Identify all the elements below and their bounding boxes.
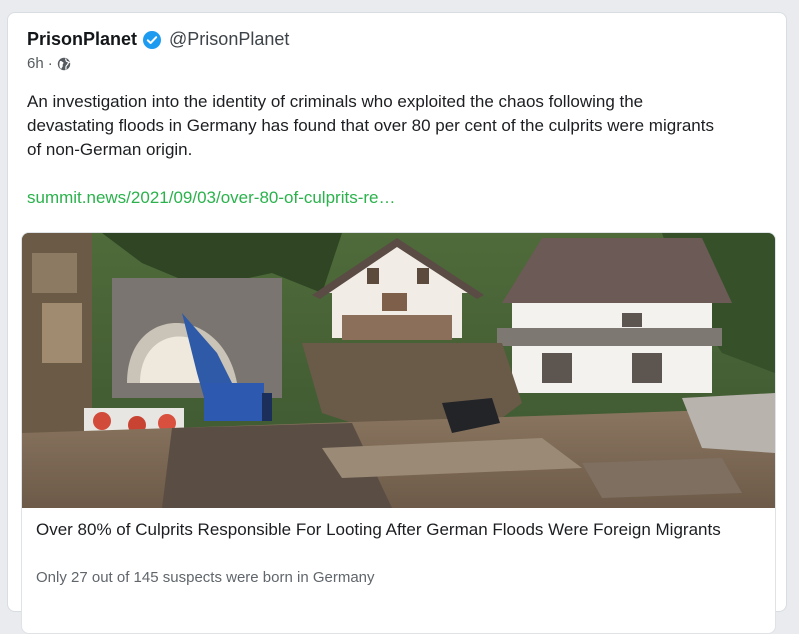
globe-icon: [57, 57, 71, 71]
link-card-title[interactable]: Over 80% of Culprits Responsible For Loo…: [36, 519, 746, 541]
author-handle[interactable]: @PrisonPlanet: [169, 29, 289, 50]
tweet-meta: 6h ·: [27, 55, 71, 72]
tweet-link[interactable]: summit.news/2021/09/03/over-80-of-culpri…: [27, 188, 395, 208]
link-preview-card[interactable]: Over 80% of Culprits Responsible For Loo…: [21, 232, 776, 634]
tweet-card: PrisonPlanet @PrisonPlanet 6h · An inves…: [7, 12, 787, 634]
link-preview-image: [22, 233, 775, 508]
tweet-timestamp[interactable]: 6h: [27, 55, 44, 72]
author-name[interactable]: PrisonPlanet: [27, 29, 137, 50]
link-card-description: Only 27 out of 145 suspects were born in…: [36, 569, 375, 586]
tweet-header: PrisonPlanet @PrisonPlanet: [27, 29, 289, 50]
tweet-text: An investigation into the identity of cr…: [27, 92, 714, 159]
meta-separator: ·: [47, 55, 53, 72]
verified-badge-icon: [143, 30, 162, 49]
